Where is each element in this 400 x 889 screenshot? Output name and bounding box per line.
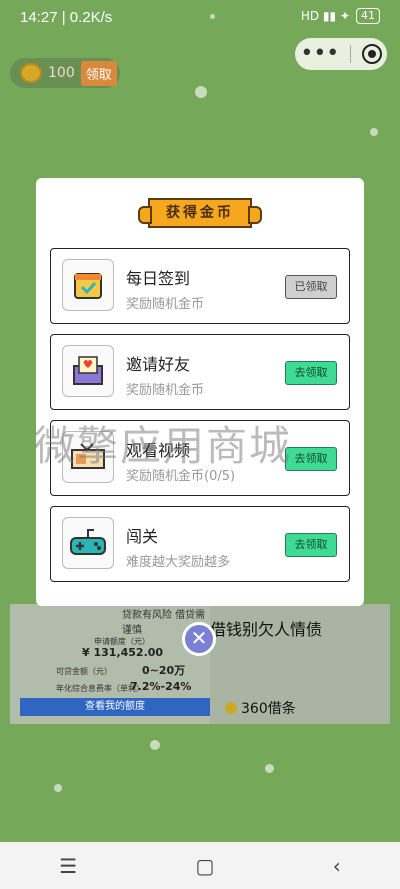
task-subtitle: 奖励随机金币 [126,297,205,312]
recent-apps-icon[interactable]: ☰ [59,854,77,878]
coin-balance[interactable]: 100 领取 [10,58,120,88]
ad-image: 贷款有风险 借贷需谨慎 申请额度（元） ¥ 131,452.00 可贷金额（元）… [10,604,210,724]
ad-amount: ¥ 131,452.00 [82,646,164,659]
gamepad-icon [62,517,114,569]
task-card-level: 闯关 难度越大奖励越多 去领取 [50,506,350,582]
modal-title: 获得金币 [138,198,262,228]
task-card-invite: 邀请好友 奖励随机金币 去领取 [50,334,350,410]
coin-count: 100 [48,65,75,81]
envelope-heart-icon [62,345,114,397]
claim-button[interactable]: 领取 [80,60,117,86]
brand-logo-icon [225,702,237,714]
status-time: 14:27 | 0.2K/s [20,9,113,26]
snow-dot [195,86,207,98]
status-bar: 14:27 | 0.2K/s HD ▮▮ ✦ 41 [0,0,400,36]
go-claim-button[interactable]: 去领取 [285,447,337,471]
reward-modal: 获得金币 每日签到 奖励随机金币 已领取 邀请好友 奖励随机金币 去领取 观看视… [36,178,364,606]
home-icon[interactable]: ▢ [196,854,215,878]
go-claim-button[interactable]: 去领取 [285,361,337,385]
ad-rate: 7.2%-24% [130,680,192,693]
mini-program-capsule[interactable]: ••• [295,38,387,70]
capsule-divider [349,45,351,63]
back-icon[interactable]: ‹ [333,854,341,878]
ad-brand-name: 360借条 [241,701,296,717]
status-icons: HD ▮▮ ✦ 41 [301,8,380,24]
task-title: 每日签到 [126,269,191,288]
ad-title: 借钱别欠人情债 [210,620,323,639]
calendar-icon [62,259,114,311]
coin-icon [20,63,42,83]
system-nav-bar: ☰ ▢ ‹ [0,842,400,889]
task-card-checkin: 每日签到 奖励随机金币 已领取 [50,248,350,324]
snow-dot [150,740,160,750]
task-subtitle: 难度越大奖励越多 [126,555,231,570]
close-icon[interactable]: ✕ [182,622,216,656]
claimed-button[interactable]: 已领取 [285,275,337,299]
snow-dot [370,128,378,136]
ad-cta-button[interactable]: 查看我的额度 [20,698,210,716]
ad-brand: 360借条 [225,698,296,718]
snow-dot [210,14,215,19]
signal-icon: HD ▮▮ ✦ [300,9,350,23]
snow-dot [265,764,274,773]
close-target-icon[interactable] [361,44,382,64]
task-subtitle: 奖励随机金币 [126,383,205,398]
go-claim-button[interactable]: 去领取 [285,533,337,557]
battery-icon: 41 [356,8,380,24]
ad-range: 0~20万 [142,664,186,677]
watermark-text: 微擎应用商城 [34,422,292,470]
task-title: 闯关 [126,527,159,546]
task-title: 邀请好友 [126,355,191,374]
ad-range-label: 可贷金额（元） [56,667,112,676]
snow-dot [54,784,62,792]
more-icon[interactable]: ••• [300,43,339,65]
